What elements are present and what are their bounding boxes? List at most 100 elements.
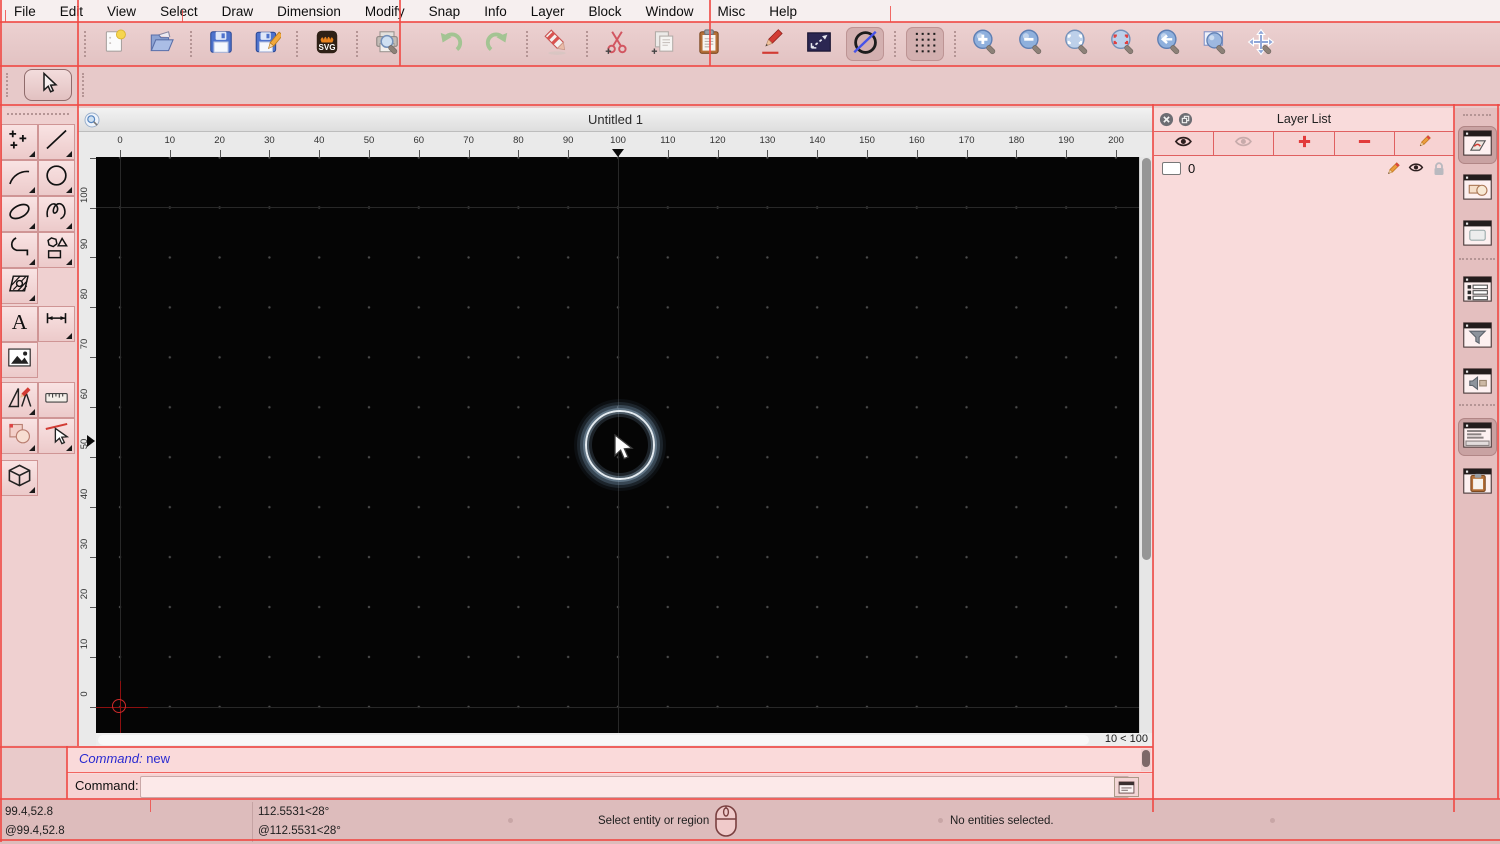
palette-drag-handle[interactable]: [7, 113, 69, 115]
toolbar-attributes-pen-button[interactable]: [754, 27, 792, 61]
tool-hatch-button[interactable]: [1, 268, 38, 304]
export-svg-icon: SVG: [313, 28, 341, 61]
toolbar-redo-button[interactable]: [478, 27, 516, 61]
horizontal-scrollbar[interactable]: [98, 734, 1089, 745]
toolbar-draft-ortho-button[interactable]: [800, 27, 838, 61]
toolbar-zoom-pan-button[interactable]: [1242, 27, 1280, 61]
dock-command-button[interactable]: [1458, 418, 1497, 456]
menu-help[interactable]: Help: [769, 4, 797, 19]
toolbar-drag-handle[interactable]: [84, 31, 90, 57]
menu-layer[interactable]: Layer: [531, 4, 565, 19]
tool-spline-button[interactable]: [38, 196, 75, 232]
tool-polygon-button[interactable]: [38, 232, 75, 268]
show-all-layers-button[interactable]: [1154, 132, 1215, 155]
toolbar-copy-button[interactable]: [644, 27, 682, 61]
toolbar-zoom-redraw-button[interactable]: [1104, 27, 1142, 61]
tool-points-button[interactable]: [1, 124, 38, 160]
toolbar-export-svg-button[interactable]: SVG: [308, 27, 346, 61]
layer-lock-icon[interactable]: [1431, 161, 1447, 177]
menu-info[interactable]: Info: [484, 4, 507, 19]
new-document-icon: [101, 28, 129, 61]
dock-clipboard-button[interactable]: [1458, 464, 1497, 502]
tool-polyline-button[interactable]: [1, 232, 38, 268]
layer-row[interactable]: 0: [1154, 158, 1454, 179]
tool-circle-button[interactable]: [38, 160, 75, 196]
command-history-label: Command:: [79, 751, 143, 766]
drawing-canvas[interactable]: [96, 157, 1139, 733]
toolbar-paste-button[interactable]: [690, 27, 728, 61]
tool-arc-button[interactable]: [1, 160, 38, 196]
drawing-window-titlebar[interactable]: Untitled 1: [78, 108, 1153, 132]
vertical-scrollbar[interactable]: [1139, 157, 1153, 733]
menu-window[interactable]: Window: [646, 4, 694, 19]
select-tool-button[interactable]: [24, 69, 72, 101]
tool-text-button[interactable]: A: [1, 306, 38, 342]
toolbar-drag-handle[interactable]: [6, 73, 12, 97]
add-layer-button[interactable]: [1274, 132, 1335, 155]
menu-block[interactable]: Block: [589, 4, 622, 19]
tool-image-button[interactable]: [1, 342, 38, 378]
toolbar-zoom-out-button[interactable]: [1012, 27, 1050, 61]
dock-drag-handle[interactable]: [1463, 114, 1491, 116]
tool-ellipse-button[interactable]: [1, 196, 38, 232]
mouse-cursor: [613, 433, 635, 462]
tool-measure-button[interactable]: [38, 382, 75, 418]
tool-palette: A: [0, 108, 78, 745]
dock-quick-info-button[interactable]: [1458, 364, 1497, 402]
command-history-scrollbar-thumb[interactable]: [1142, 750, 1150, 767]
menu-select[interactable]: Select: [160, 4, 198, 19]
menu-view[interactable]: View: [107, 4, 136, 19]
dock-entity-list-button[interactable]: [1458, 272, 1497, 310]
tool-modify-button[interactable]: [1, 382, 38, 418]
menu-draw[interactable]: Draw: [222, 4, 254, 19]
edit-layer-button[interactable]: [1394, 132, 1455, 155]
minus-icon: [1357, 134, 1372, 154]
command-history-scrollbar[interactable]: [1141, 749, 1151, 771]
menu-misc[interactable]: Misc: [718, 4, 746, 19]
layer-swatch[interactable]: [1162, 162, 1181, 175]
ruler-tick: [269, 150, 271, 157]
tool-dimension-button[interactable]: [38, 306, 75, 342]
hide-all-layers-button[interactable]: [1214, 132, 1275, 155]
toolbar-cut-button[interactable]: [598, 27, 636, 61]
save-icon: [207, 28, 235, 61]
tool-select-entity-button[interactable]: [38, 418, 75, 454]
toolbar-separator: [526, 31, 530, 57]
toolbar-undo-button[interactable]: [432, 27, 470, 61]
tool-order-button[interactable]: [1, 418, 38, 454]
keyboard-focus-button[interactable]: [1114, 777, 1139, 797]
toolbar-zoom-previous-button[interactable]: [1150, 27, 1188, 61]
command-input[interactable]: [140, 776, 1129, 798]
menu-edit[interactable]: Edit: [60, 4, 83, 19]
edit-layer-icon[interactable]: [1385, 161, 1401, 177]
toolbar-save-button[interactable]: [202, 27, 240, 61]
toolbar-save-as-button[interactable]: [248, 27, 286, 61]
vertical-scrollbar-thumb[interactable]: [1142, 158, 1151, 560]
tool-line-button[interactable]: [38, 124, 75, 160]
ruler-label: 70: [79, 339, 90, 350]
draft-ortho-icon: [805, 28, 833, 61]
toolbar-delete-eraser-button[interactable]: [538, 27, 576, 61]
dimension-icon: [43, 308, 70, 340]
toolbar-draft-lines-button[interactable]: [846, 27, 884, 61]
menu-dimension[interactable]: Dimension: [277, 4, 341, 19]
toolbar-new-document-button[interactable]: [96, 27, 134, 61]
menu-snap[interactable]: Snap: [429, 4, 461, 19]
toolbar-zoom-auto-button[interactable]: [1058, 27, 1096, 61]
toolbar-print-preview-button[interactable]: [368, 27, 406, 61]
toolbar-zoom-in-button[interactable]: [966, 27, 1004, 61]
dock-filter-button[interactable]: [1458, 318, 1497, 356]
layer-visibility-icon[interactable]: [1408, 161, 1424, 177]
ruler-tick: [966, 150, 968, 157]
menu-modify[interactable]: Modify: [365, 4, 405, 19]
toolbar-open-file-button[interactable]: [142, 27, 180, 61]
command-dock: Command: new Command:: [67, 748, 1153, 798]
toolbar-grid-toggle-button[interactable]: [906, 27, 944, 61]
remove-layer-button[interactable]: [1334, 132, 1395, 155]
dock-layer-list-button[interactable]: [1458, 126, 1497, 164]
tool-box-3d-button[interactable]: [1, 460, 38, 496]
menu-file[interactable]: File: [14, 4, 36, 19]
dock-library-button[interactable]: [1458, 216, 1497, 254]
toolbar-zoom-window-button[interactable]: [1196, 27, 1234, 61]
dock-block-list-button[interactable]: [1458, 170, 1497, 208]
